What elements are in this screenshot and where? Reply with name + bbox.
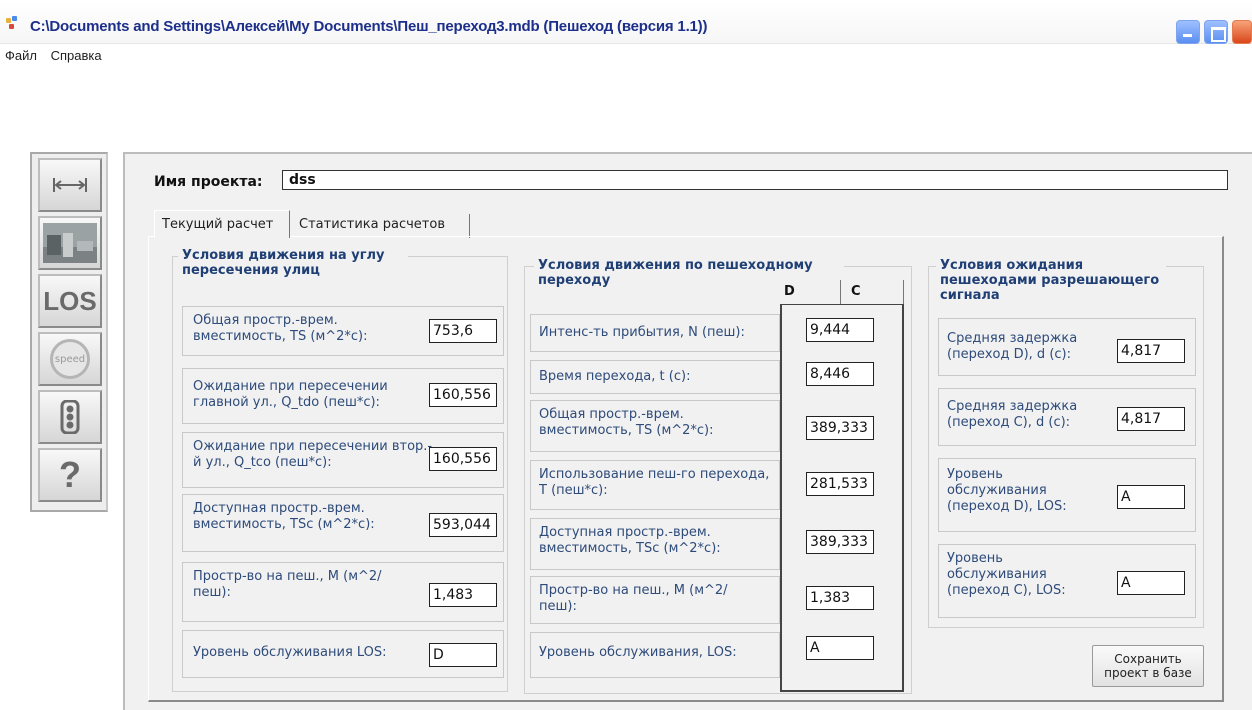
pedestrian-photo-icon	[43, 223, 97, 263]
corner-q-tco-value[interactable]: 160,556	[429, 447, 497, 471]
waiting-group-title: Условия ожидания пешеходами разрешающего…	[936, 258, 1166, 303]
project-name-label: Имя проекта:	[154, 174, 263, 190]
menu-help[interactable]: Справка	[46, 46, 107, 65]
los-icon: LOS	[43, 285, 97, 316]
los-button[interactable]: LOS	[38, 274, 102, 328]
help-button[interactable]: ?	[38, 448, 102, 502]
tab-current-calculation[interactable]: Текущий расчет	[154, 210, 290, 238]
crossing-tsc-field: Доступная простр.-врем. вместимость, TSc…	[530, 518, 780, 570]
waiting-los-c-value[interactable]: A	[1117, 571, 1185, 595]
speed-icon: speed	[50, 339, 90, 379]
waiting-delay-c-value[interactable]: 4,817	[1117, 407, 1185, 431]
column-c-header[interactable]: C	[840, 280, 904, 304]
corner-los-field: Уровень обслуживания LOS: D	[182, 630, 504, 678]
width-tool-button[interactable]	[38, 158, 102, 212]
crossing-los-value[interactable]: A	[806, 636, 874, 660]
waiting-los-c-field: Уровень обслуживания (переход С), LOS: A	[938, 544, 1196, 618]
waiting-los-d-field: Уровень обслуживания (переход D), LOS: A	[938, 458, 1196, 532]
crossing-arrival-value[interactable]: 9,444	[806, 318, 874, 342]
corner-ts-value[interactable]: 753,6	[429, 319, 497, 343]
project-name-input[interactable]: dss	[282, 170, 1228, 190]
column-d-header: D	[784, 284, 795, 299]
crossing-usage-field: Использование пеш-го перехода, T (пеш*с)…	[530, 460, 780, 510]
crossing-time-field: Время перехода, t (с):	[530, 360, 780, 394]
maximize-button[interactable]	[1204, 20, 1228, 44]
menu-bar: Файл Справка	[0, 46, 107, 68]
crossing-arrival-field: Интенс-ть прибытия, N (пеш):	[530, 314, 780, 352]
crossing-space-value[interactable]: 1,383	[806, 586, 874, 610]
corner-tsc-value[interactable]: 593,044	[429, 513, 497, 537]
corner-q-tdo-field: Ожидание при пересечении главной ул., Q_…	[182, 368, 504, 424]
crossing-ts-field: Общая простр.-врем. вместимость, TS (м^2…	[530, 400, 780, 452]
waiting-delay-d-field: Средняя задержка (переход D), d (с): 4,8…	[938, 318, 1196, 376]
corner-q-tco-field: Ожидание при пересечении втор.-й ул., Q_…	[182, 432, 504, 488]
side-toolbar: LOS speed ?	[30, 152, 108, 512]
corner-q-tdo-value[interactable]: 160,556	[429, 383, 497, 407]
traffic-light-icon	[60, 400, 80, 434]
tab-calculation-statistics[interactable]: Статистика расчетов	[292, 214, 470, 238]
corner-space-value[interactable]: 1,483	[429, 583, 497, 607]
waiting-delay-c-field: Средняя задержка (переход С), d (с): 4,8…	[938, 388, 1196, 446]
corner-space-field: Простр-во на пеш., М (м^2/пеш): 1,483	[182, 562, 504, 622]
help-icon: ?	[59, 454, 81, 495]
waiting-los-d-value[interactable]: A	[1117, 485, 1185, 509]
speed-button[interactable]: speed	[38, 332, 102, 386]
corner-los-value[interactable]: D	[429, 643, 497, 667]
crossing-usage-value[interactable]: 281,533	[806, 472, 874, 496]
width-arrow-icon	[53, 178, 87, 192]
menu-file[interactable]: Файл	[0, 46, 42, 65]
title-bar: C:\Documents and Settings\Алексей\My Doc…	[0, 0, 1252, 44]
window-title: C:\Documents and Settings\Алексей\My Doc…	[30, 18, 708, 35]
save-project-button[interactable]: Сохранить проект в базе	[1092, 645, 1204, 687]
corner-ts-field: Общая простр.-врем. вместимость, TS (м^2…	[182, 306, 504, 356]
crossing-los-field: Уровень обслуживания, LOS:	[530, 632, 780, 678]
crossing-tsc-value[interactable]: 389,333	[806, 530, 874, 554]
app-icon	[6, 16, 22, 32]
corner-group-title: Условия движения на углу пересечения ули…	[178, 248, 408, 278]
crossing-time-value[interactable]: 8,446	[806, 362, 874, 386]
traffic-light-button[interactable]	[38, 390, 102, 444]
crossing-space-field: Простр-во на пеш., М (м^2/пеш):	[530, 576, 780, 624]
crossing-ts-value[interactable]: 389,333	[806, 416, 874, 440]
minimize-button[interactable]	[1176, 20, 1200, 44]
waiting-delay-d-value[interactable]: 4,817	[1117, 339, 1185, 363]
pedestrian-photo-button[interactable]	[38, 216, 102, 270]
close-button[interactable]	[1232, 20, 1252, 44]
corner-tsc-field: Доступная простр.-врем. вместимость, TSc…	[182, 494, 504, 552]
